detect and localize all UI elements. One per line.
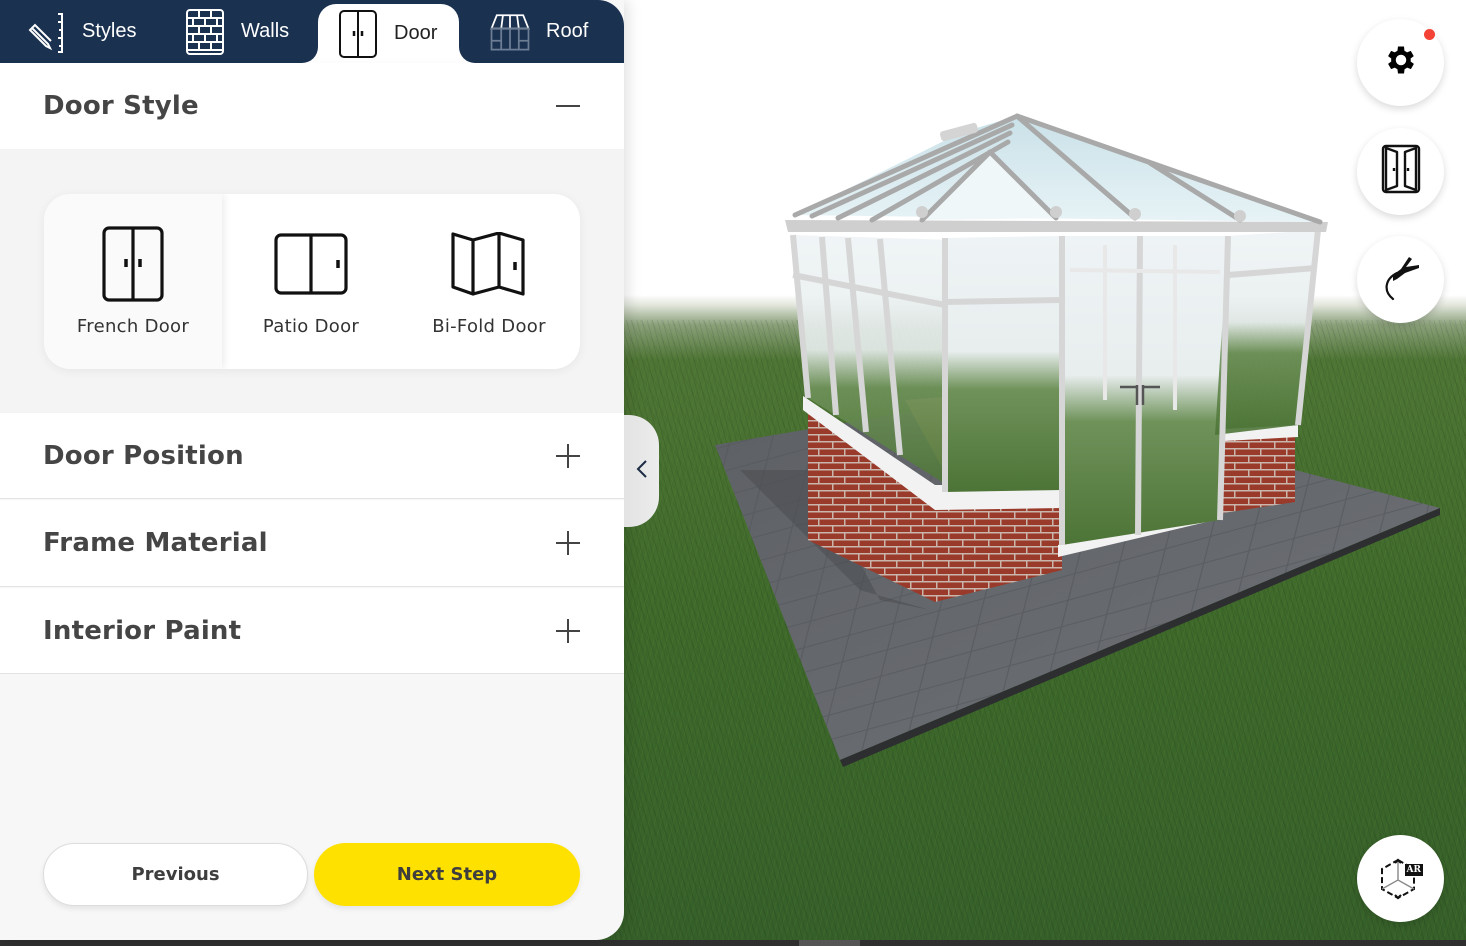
patio-door-icon	[274, 226, 348, 302]
tab-walls[interactable]: Walls	[183, 0, 289, 63]
accordion-door-position-title: Door Position	[43, 440, 244, 471]
fly-through-button[interactable]	[1357, 236, 1444, 323]
french-door-icon	[102, 226, 164, 302]
gear-icon	[1383, 42, 1419, 83]
open-doors-button[interactable]	[1357, 128, 1444, 215]
plus-icon[interactable]	[556, 443, 582, 469]
chevron-left-icon	[636, 459, 648, 484]
minus-icon[interactable]	[556, 93, 582, 119]
bifold-door-icon	[451, 226, 527, 302]
tab-roof-label: Roof	[546, 20, 589, 42]
ar-cube-icon: AR	[1378, 856, 1424, 902]
step-tabs: Styles Walls Door Roof	[0, 0, 624, 63]
tab-walls-label: Walls	[241, 20, 290, 42]
door-option-french-label: French Door	[76, 316, 190, 337]
notification-dot	[1424, 29, 1435, 40]
tab-styles[interactable]: Styles	[24, 0, 136, 63]
accordion-interior-paint-title: Interior Paint	[43, 615, 242, 646]
brick-wall-icon	[183, 7, 227, 57]
door-style-options: French Door Patio Door Bi-Fold Door	[0, 149, 624, 413]
door-style-card-group: French Door Patio Door Bi-Fold Door	[44, 194, 580, 369]
door-option-french[interactable]: French Door	[44, 194, 222, 369]
french-door-icon	[336, 9, 380, 59]
ruler-pencil-icon	[24, 7, 68, 57]
collapse-panel-button[interactable]	[624, 415, 659, 527]
tab-styles-label: Styles	[82, 20, 137, 42]
next-step-button[interactable]: Next Step	[314, 843, 580, 906]
plus-icon[interactable]	[556, 530, 582, 556]
accordion-frame-material-title: Frame Material	[43, 528, 268, 558]
ar-view-button[interactable]: AR	[1357, 835, 1444, 922]
door-option-patio[interactable]: Patio Door	[222, 194, 400, 369]
tab-door[interactable]: Door	[318, 4, 459, 63]
tab-roof[interactable]: Roof	[488, 0, 588, 63]
accordion-frame-material[interactable]: Frame Material	[0, 500, 624, 587]
accordion-door-position[interactable]: Door Position	[0, 413, 624, 499]
conservatory-roof-icon	[488, 7, 532, 57]
ar-badge: AR	[1404, 863, 1423, 876]
door-option-patio-label: Patio Door	[262, 316, 360, 337]
accordion-door-style[interactable]: Door Style	[0, 63, 624, 149]
configurator-panel: Styles Walls Door Roof Door Style French…	[0, 0, 624, 940]
accordion-interior-paint[interactable]: Interior Paint	[0, 588, 624, 674]
previous-button[interactable]: Previous	[43, 843, 308, 906]
tab-door-label: Door	[394, 22, 438, 44]
front-window	[945, 236, 1062, 492]
bottom-strip	[0, 940, 1466, 946]
airplane-icon	[1379, 253, 1423, 306]
french-doors	[1062, 236, 1228, 545]
accordion-door-style-title: Door Style	[43, 91, 199, 121]
plus-icon[interactable]	[556, 618, 582, 644]
door-option-bifold-label: Bi-Fold Door	[432, 316, 546, 337]
door-option-bifold[interactable]: Bi-Fold Door	[400, 194, 578, 369]
open-door-icon	[1381, 144, 1421, 199]
